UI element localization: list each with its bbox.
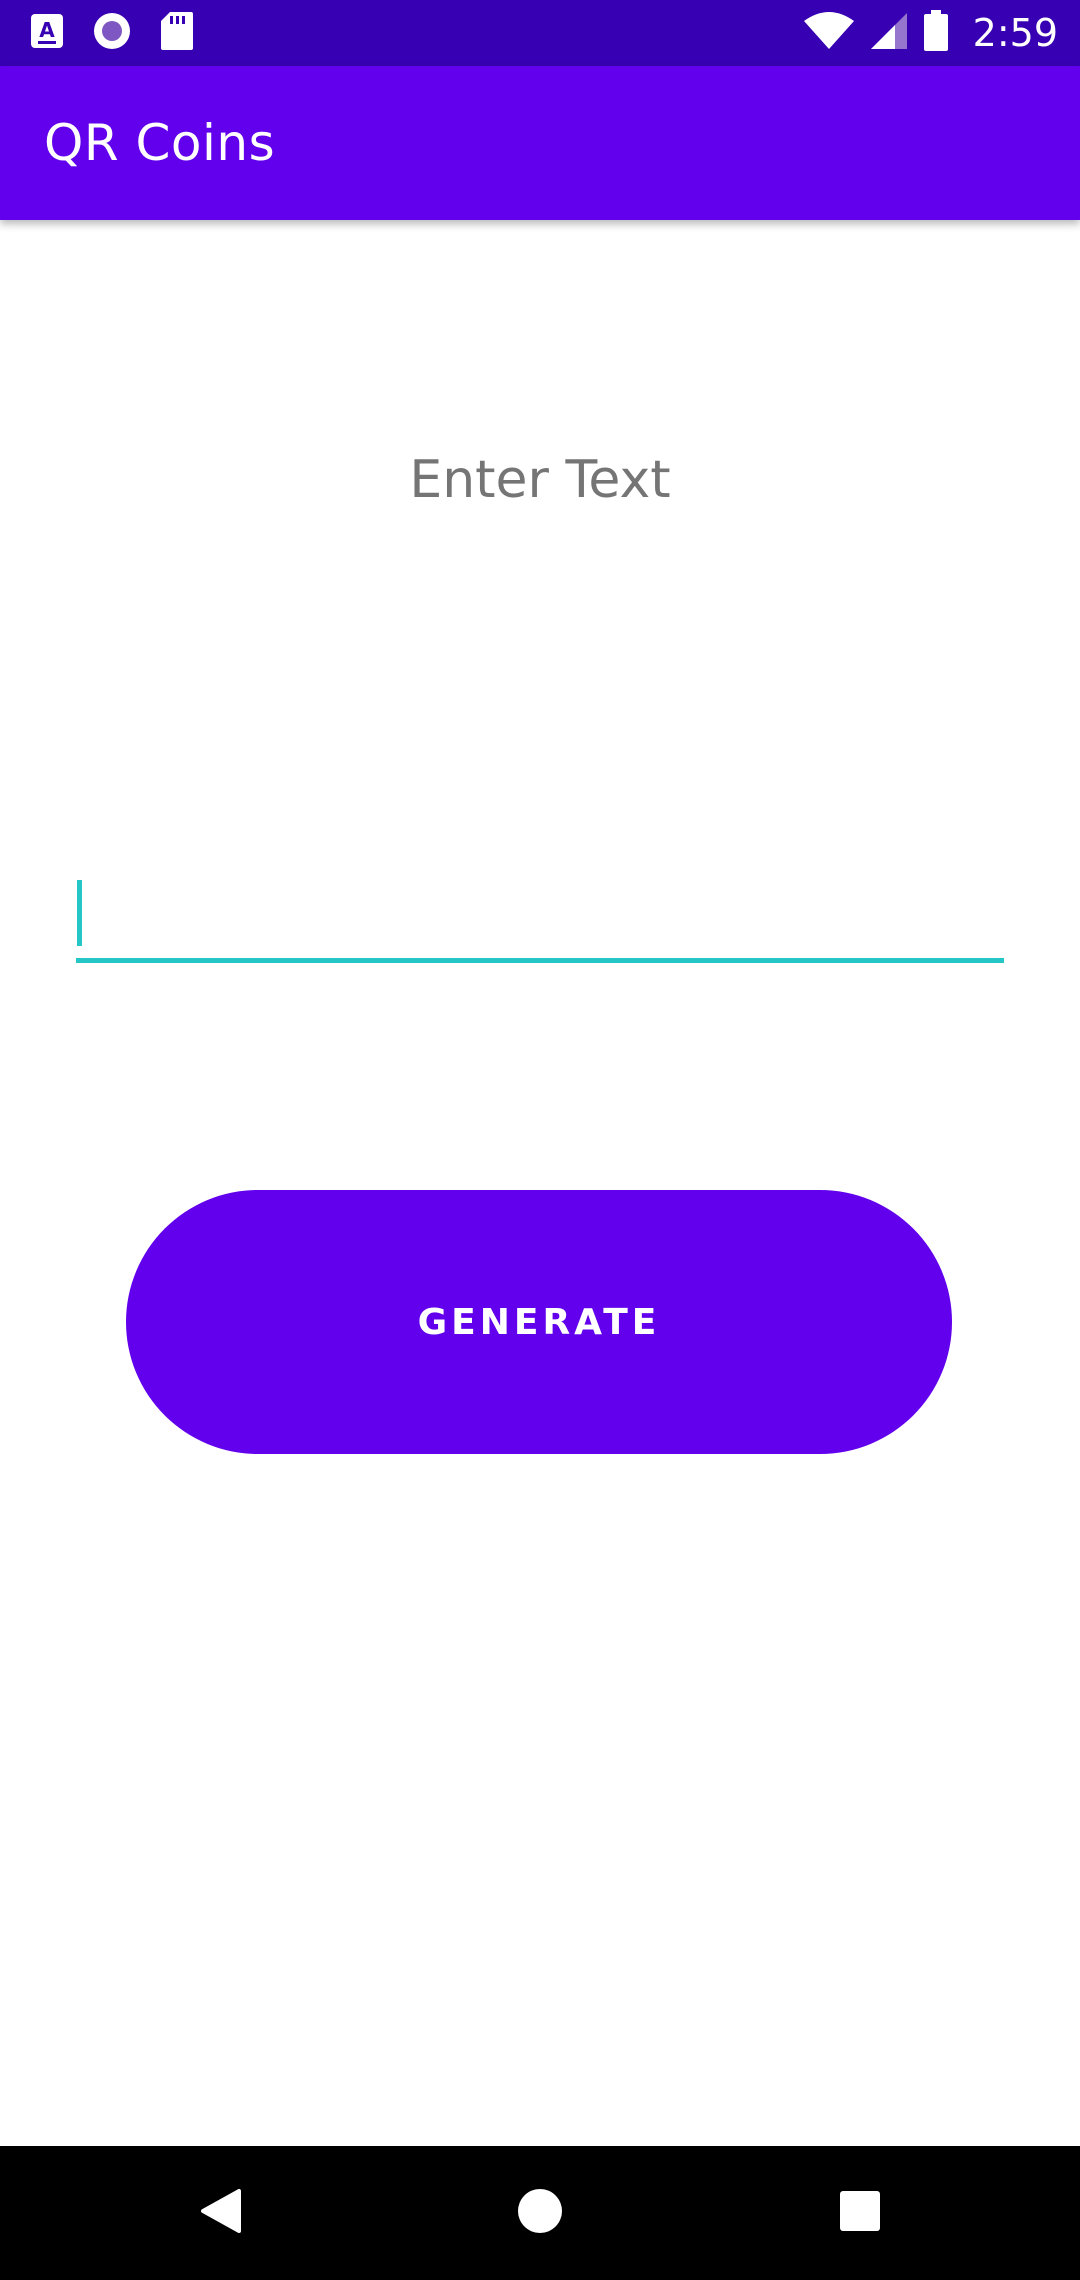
app-a-icon: A xyxy=(30,13,64,53)
back-icon xyxy=(199,2187,243,2239)
app-bar: QR Coins xyxy=(0,66,1080,220)
status-system: 2:59 xyxy=(803,0,1058,66)
signal-icon xyxy=(869,11,909,55)
recents-button[interactable] xyxy=(780,2146,940,2280)
home-button[interactable] xyxy=(460,2146,620,2280)
enter-text-label: Enter Text xyxy=(409,450,671,510)
navigation-bar xyxy=(0,2146,1080,2280)
back-button[interactable] xyxy=(141,2146,301,2280)
recents-icon xyxy=(839,2190,881,2236)
text-input[interactable] xyxy=(76,870,1004,963)
sd-card-icon xyxy=(160,11,194,55)
status-time: 2:59 xyxy=(972,11,1058,55)
record-icon xyxy=(92,11,132,55)
screen: A 2:59 QR Coins Enter Text GENERATE xyxy=(0,0,1080,2280)
wifi-icon xyxy=(803,11,855,55)
status-notifications: A xyxy=(30,0,194,66)
text-cursor xyxy=(77,880,82,946)
generate-button[interactable]: GENERATE xyxy=(126,1190,952,1454)
battery-icon xyxy=(923,10,949,56)
svg-text:A: A xyxy=(39,18,55,42)
status-bar: A 2:59 xyxy=(0,0,1080,66)
home-icon xyxy=(517,2188,563,2238)
app-title: QR Coins xyxy=(44,114,276,172)
